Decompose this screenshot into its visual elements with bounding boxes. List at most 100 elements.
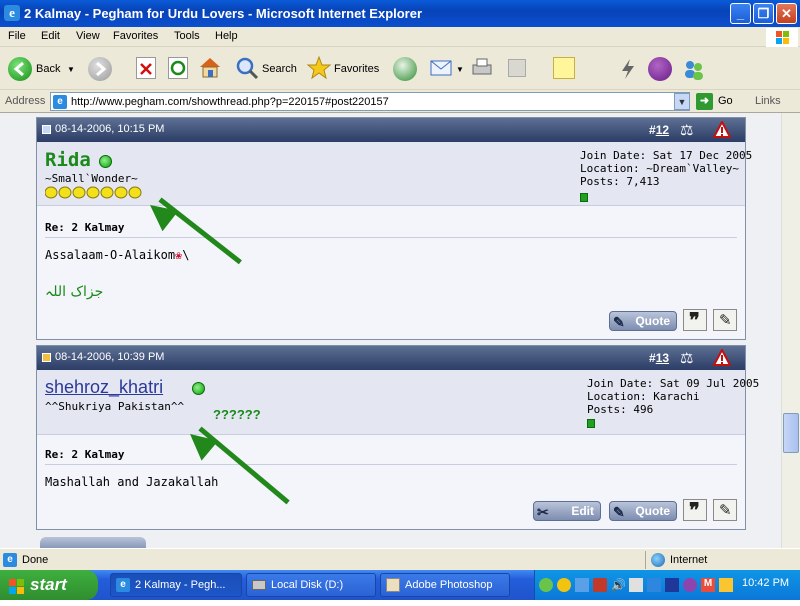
task-photoshop[interactable]: Adobe Photoshop (380, 573, 510, 597)
mail-dropdown-icon[interactable]: ▼ (456, 65, 464, 74)
quick-reply-icon[interactable]: ✎ (713, 309, 737, 331)
tray-icon-8[interactable] (665, 578, 679, 592)
tray-smiley-icon[interactable] (557, 578, 571, 592)
post-number[interactable]: #12 (649, 123, 669, 137)
post-count: Posts: 496 (587, 403, 654, 416)
quote-label: Quote (635, 504, 670, 518)
menu-view[interactable]: View (76, 30, 100, 42)
favorites-label[interactable]: Favorites (334, 63, 379, 75)
task-ie-window[interactable]: e 2 Kalmay - Pegh... (110, 573, 242, 597)
windows-logo-icon (8, 576, 26, 594)
post-number-link[interactable]: 13 (656, 351, 669, 365)
close-button[interactable]: ✕ (776, 3, 797, 24)
reputation-bar-icon (587, 419, 595, 428)
go-arrow-icon[interactable]: ➜ (696, 93, 713, 110)
edit-page-icon[interactable] (508, 59, 526, 77)
history-icon[interactable] (393, 57, 417, 81)
username-link[interactable]: shehroz_khatri (45, 377, 163, 398)
tray-volume-icon[interactable]: 🔊 (611, 578, 626, 592)
menu-edit[interactable]: Edit (41, 30, 60, 42)
tray-shield-icon[interactable] (593, 578, 607, 592)
toolbar: Back ▼ Search Favorites ▼ (0, 47, 800, 90)
report-warning-icon[interactable] (712, 347, 732, 367)
post-date: 08-14-2006, 10:15 PM (55, 123, 165, 135)
quote-button[interactable]: ✎ Quote (609, 501, 677, 521)
search-icon[interactable] (234, 55, 260, 81)
tray-icon-11[interactable] (719, 578, 733, 592)
post-number-hash: # (649, 351, 656, 365)
post-13: 08-14-2006, 10:39 PM #13 ⚖ shehroz_khatr… (36, 345, 759, 530)
task-label: 2 Kalmay - Pegh... (135, 579, 226, 591)
back-arrow-icon[interactable] (8, 57, 32, 81)
username-link[interactable]: Rida (45, 149, 91, 171)
menu-file[interactable]: File (8, 30, 26, 42)
post-12: 08-14-2006, 10:15 PM #12 ⚖ Rida ~Small`W… (36, 117, 752, 340)
address-input[interactable]: e http://www.pegham.com/showthread.php?p… (50, 92, 690, 111)
security-zone: Internet (670, 554, 708, 566)
post-status-icon (42, 125, 51, 134)
task-local-disk[interactable]: Local Disk (D:) (246, 573, 376, 597)
clock: 10:42 PM (742, 577, 790, 589)
refresh-icon[interactable] (168, 57, 188, 79)
question-marks-annotation: ?????? (213, 407, 261, 422)
quote-button[interactable]: ✎ Quote (609, 311, 677, 331)
address-bar: Address e http://www.pegham.com/showthre… (0, 90, 800, 113)
messenger-lightning-icon[interactable] (616, 57, 640, 81)
forward-arrow-icon[interactable] (88, 57, 112, 81)
report-warning-icon[interactable] (712, 119, 732, 139)
home-icon[interactable] (198, 55, 222, 79)
online-status-icon (192, 382, 205, 395)
go-button[interactable]: Go (718, 95, 733, 107)
post-number[interactable]: #13 (649, 351, 669, 365)
back-dropdown-icon[interactable]: ▼ (67, 65, 75, 74)
menu-help[interactable]: Help (215, 30, 238, 42)
multiquote-icon[interactable]: ❞ (683, 499, 707, 522)
back-label[interactable]: Back (36, 63, 60, 75)
tray-m-icon[interactable]: M (701, 578, 715, 592)
discuss-note-icon[interactable] (553, 57, 575, 79)
start-button[interactable]: start (0, 570, 98, 600)
post-number-link[interactable]: 12 (656, 123, 669, 137)
window-title: 2 Kalmay - Pegham for Urdu Lovers - Micr… (24, 6, 423, 21)
favorites-star-icon[interactable] (306, 55, 332, 81)
tray-yahoo-icon[interactable] (683, 578, 697, 592)
post-divider (45, 237, 737, 238)
vertical-scrollbar[interactable] (781, 113, 800, 548)
multiquote-icon[interactable]: ❞ (683, 309, 707, 332)
tray-icon-6[interactable] (629, 578, 643, 592)
scales-icon[interactable]: ⚖ (680, 349, 693, 367)
user-info-block: shehroz_khatri ^^Shukriya Pakistan^^ ???… (37, 370, 759, 435)
post-body: Assalaam-O-Alaikom❀\ (45, 248, 190, 262)
post-number-hash: # (649, 123, 656, 137)
status-divider (645, 551, 646, 569)
post-body-text: Mashallah and Jazakallah (45, 475, 219, 489)
search-label[interactable]: Search (262, 63, 297, 75)
menu-tools[interactable]: Tools (174, 30, 200, 42)
msn-buddies-icon[interactable] (682, 57, 706, 81)
tray-msn-icon[interactable] (647, 578, 661, 592)
tray-icon-1[interactable] (539, 578, 553, 592)
menu-favorites[interactable]: Favorites (113, 30, 158, 42)
address-url[interactable]: http://www.pegham.com/showthread.php?p=2… (71, 96, 389, 108)
post-body-suffix: \ (182, 248, 190, 262)
edit-scissors-icon: ✂ (537, 504, 549, 520)
post-date: 08-14-2006, 10:39 PM (55, 351, 165, 363)
print-icon[interactable] (470, 57, 494, 79)
reply-button-partial[interactable] (40, 537, 146, 548)
urdu-text: جزاک اللہ (45, 284, 104, 300)
mail-icon[interactable] (430, 59, 454, 77)
minimize-button[interactable]: _ (730, 3, 751, 24)
quick-reply-icon[interactable]: ✎ (713, 499, 737, 521)
quote-pencil-icon: ✎ (613, 314, 625, 330)
stop-icon[interactable] (136, 57, 156, 79)
online-status-icon (99, 155, 112, 168)
scales-icon[interactable]: ⚖ (680, 121, 693, 139)
links-button[interactable]: Links (755, 95, 781, 107)
scrollbar-thumb[interactable] (783, 413, 799, 453)
tray-network-icon[interactable] (575, 578, 589, 592)
address-dropdown-icon[interactable]: ▼ (674, 93, 690, 110)
edit-button[interactable]: ✂ Edit (533, 501, 601, 521)
join-date: Join Date: Sat 09 Jul 2005 (587, 377, 760, 390)
maximize-button[interactable]: ❐ (753, 3, 774, 24)
yahoo-icon[interactable] (648, 57, 672, 81)
